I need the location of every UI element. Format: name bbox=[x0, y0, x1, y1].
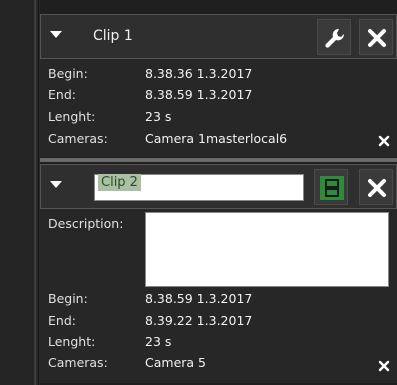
description-field[interactable] bbox=[145, 212, 389, 287]
remove-camera-icon[interactable] bbox=[377, 359, 391, 373]
begin-value: 8.38.59 1.3.2017 bbox=[145, 291, 253, 306]
end-value: 8.39.22 1.3.2017 bbox=[145, 313, 253, 328]
description-label: Description: bbox=[48, 216, 124, 231]
length-label: Lenght: bbox=[48, 334, 96, 349]
chevron-down-icon[interactable] bbox=[50, 31, 62, 38]
end-label: End: bbox=[48, 313, 76, 328]
close-clip-button[interactable] bbox=[359, 19, 393, 55]
clip-card: Clip 1 Begin: 8.38.36 1.3.2017 End: 8.38… bbox=[40, 14, 397, 157]
cameras-value: Camera 5 bbox=[145, 355, 206, 370]
clip-title: Clip 1 bbox=[93, 28, 133, 44]
close-icon bbox=[368, 179, 386, 197]
save-clip-button[interactable] bbox=[314, 169, 348, 205]
clip-name-text: Clip 2 bbox=[98, 174, 141, 191]
side-divider-shadow bbox=[38, 0, 39, 385]
clips-panel: Clip 1 Begin: 8.38.36 1.3.2017 End: 8.38… bbox=[40, 0, 397, 385]
edit-clip-button[interactable] bbox=[317, 19, 351, 55]
cameras-value: Camera 1masterlocal6 bbox=[145, 131, 288, 146]
side-divider bbox=[34, 0, 36, 385]
length-label: Lenght: bbox=[48, 109, 96, 124]
close-clip-button[interactable] bbox=[359, 169, 393, 205]
clip-card: Clip 2 Description: Begin: 8.38.59 1.3.2… bbox=[40, 164, 397, 383]
begin-label: Begin: bbox=[48, 291, 88, 306]
close-icon bbox=[368, 29, 386, 47]
end-label: End: bbox=[48, 87, 76, 102]
clip-name-input[interactable]: Clip 2 bbox=[94, 174, 304, 201]
clip-header[interactable]: Clip 1 bbox=[40, 14, 397, 59]
cameras-label: Cameras: bbox=[48, 355, 108, 370]
wrench-icon bbox=[325, 28, 345, 48]
length-value: 23 s bbox=[145, 334, 172, 349]
chevron-down-icon[interactable] bbox=[50, 181, 62, 188]
remove-camera-icon[interactable] bbox=[377, 134, 391, 148]
clip-separator bbox=[40, 158, 397, 162]
length-value: 23 s bbox=[145, 109, 172, 124]
cameras-label: Cameras: bbox=[48, 131, 108, 146]
begin-label: Begin: bbox=[48, 66, 88, 81]
end-value: 8.38.59 1.3.2017 bbox=[145, 87, 253, 102]
side-gutter bbox=[0, 0, 34, 385]
save-icon bbox=[320, 176, 344, 200]
clip-header[interactable]: Clip 2 bbox=[40, 164, 397, 209]
begin-value: 8.38.36 1.3.2017 bbox=[145, 66, 253, 81]
